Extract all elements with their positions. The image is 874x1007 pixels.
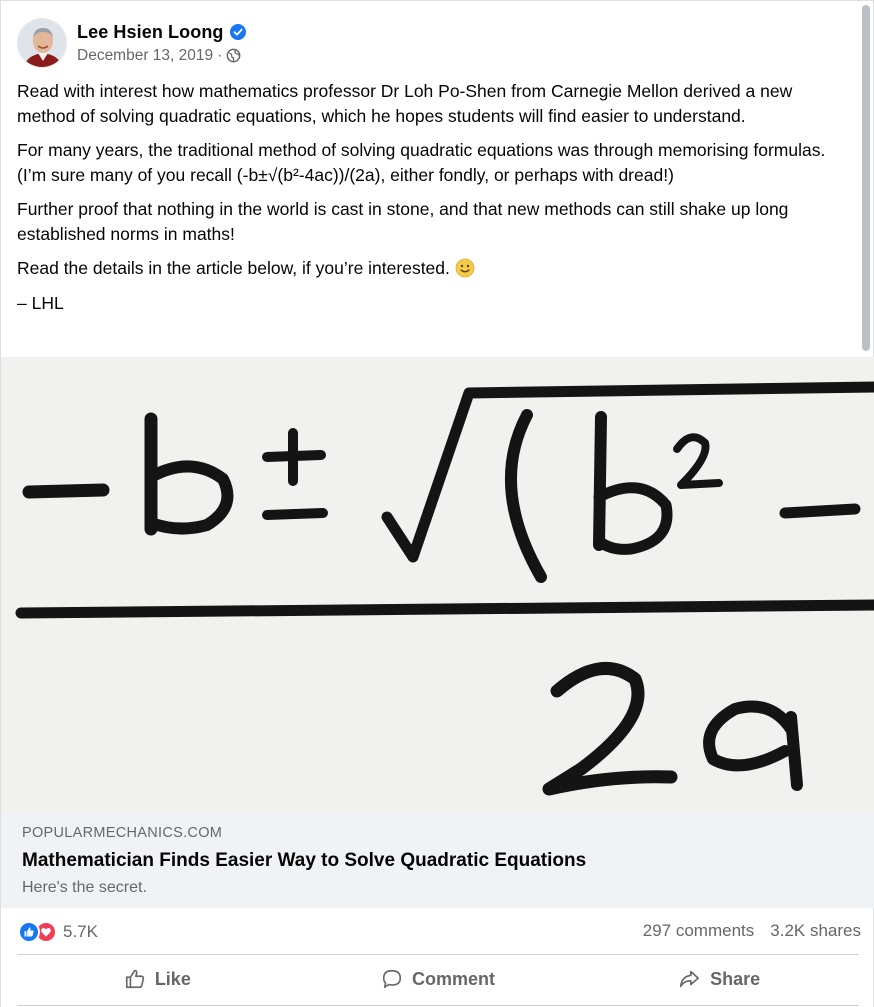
post-actions-bar: Like Comment Share <box>17 956 859 1002</box>
reactions-summary[interactable]: 5.7K <box>18 921 98 943</box>
shares-count[interactable]: 3.2K shares <box>770 921 861 941</box>
author-name[interactable]: Lee Hsien Loong <box>77 22 224 43</box>
thumbs-up-icon <box>125 969 144 989</box>
like-label: Like <box>154 968 191 989</box>
actions-divider <box>17 954 859 955</box>
post-paragraph: Further proof that nothing in the world … <box>17 199 789 244</box>
link-domain: POPULARMECHANICS.COM <box>22 825 223 841</box>
comment-bubble-icon <box>382 969 402 989</box>
quadratic-formula-image[interactable] <box>1 357 874 812</box>
link-subtitle: Here's the secret. <box>22 879 147 896</box>
engagement-stats: 5.7K 297 comments 3.2K shares <box>1 908 874 954</box>
post-body: Read with interest how mathematics profe… <box>17 79 852 325</box>
bottom-divider <box>17 1005 859 1006</box>
share-button[interactable]: Share <box>578 956 859 1002</box>
post-signature: – LHL <box>17 292 64 313</box>
author-avatar[interactable] <box>17 18 67 68</box>
scrollbar[interactable] <box>862 5 870 351</box>
meta-separator: · <box>217 46 223 64</box>
post-paragraph: Read the details in the article below, i… <box>17 258 450 278</box>
link-preview-card[interactable]: POPULARMECHANICS.COM Mathematician Finds… <box>1 812 874 908</box>
comment-button[interactable]: Comment <box>298 956 579 1002</box>
post-paragraph-with-emoji: Read the details in the article below, i… <box>17 256 852 281</box>
post-paragraph: Read with interest how mathematics profe… <box>17 81 793 126</box>
link-title[interactable]: Mathematician Finds Easier Way to Solve … <box>22 850 586 872</box>
like-button[interactable]: Like <box>17 956 298 1002</box>
comments-count[interactable]: 297 comments <box>643 921 755 941</box>
slightly-smiling-face-icon <box>455 258 475 278</box>
globe-icon[interactable] <box>226 48 241 63</box>
share-arrow-icon <box>680 970 700 988</box>
post-paragraph: For many years, the traditional method o… <box>17 140 826 185</box>
post-date[interactable]: December 13, 2019 <box>77 47 213 65</box>
comment-label: Comment <box>412 968 496 989</box>
reaction-count: 5.7K <box>63 922 98 941</box>
like-reaction-icon <box>18 921 40 943</box>
share-label: Share <box>710 968 761 989</box>
facebook-post: Lee Hsien Loong December 13, 2019 · Read… <box>0 0 874 1007</box>
verified-badge-icon <box>229 24 246 40</box>
post-header: Lee Hsien Loong December 13, 2019 · <box>17 15 246 71</box>
